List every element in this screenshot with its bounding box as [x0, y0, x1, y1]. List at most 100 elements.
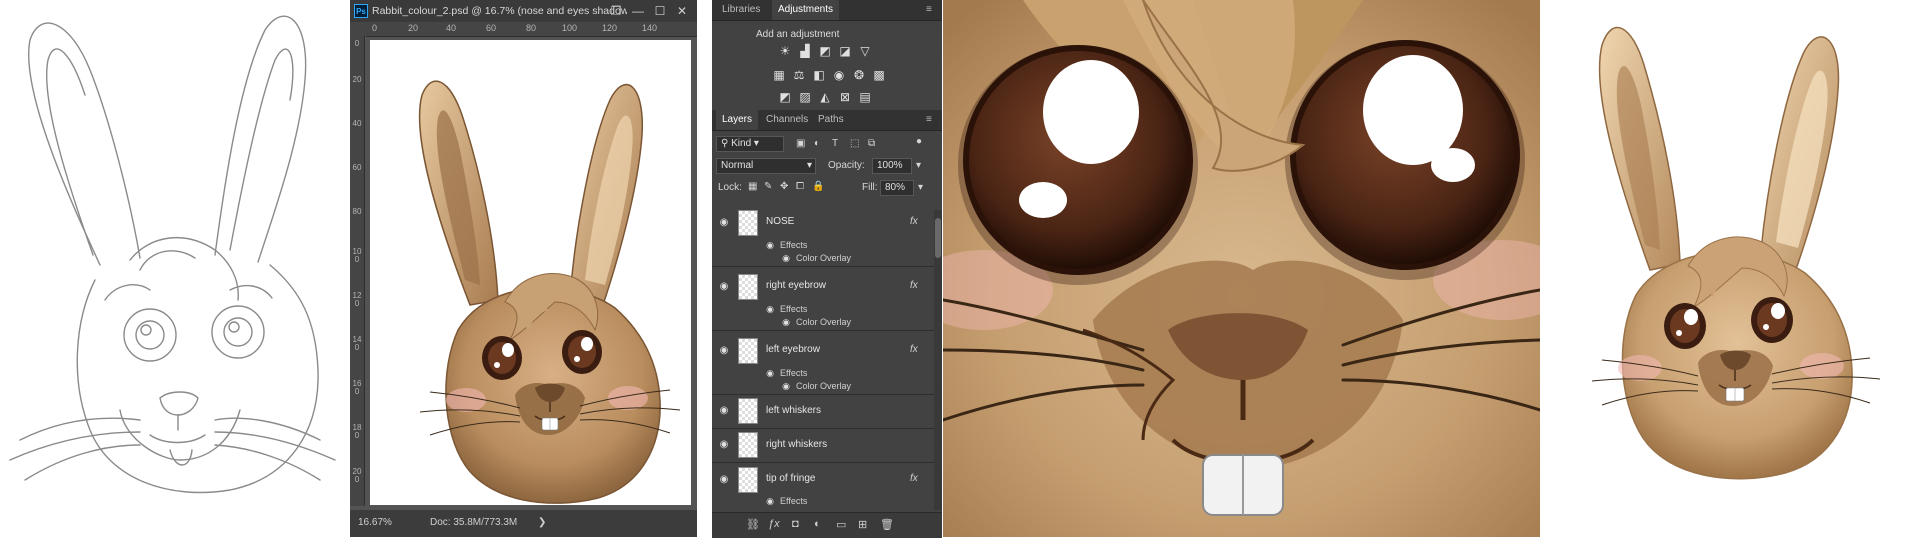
visibility-eye-icon[interactable]: ◉ [718, 345, 730, 357]
opacity-label: Opacity: [828, 160, 865, 171]
trash-icon[interactable]: 🗑 [880, 518, 894, 531]
fx-icon[interactable]: ƒx [768, 518, 780, 530]
effects-label: Effects [780, 368, 808, 378]
ruler-tick-label: 0 [372, 23, 378, 33]
posterize-icon[interactable]: ▨ [798, 90, 812, 104]
layer-row[interactable]: ◉ NOSE fx ◉ Effects ◉ Color Overlay [712, 202, 934, 267]
layer-row[interactable]: ◉ left whiskers [712, 394, 934, 429]
lock-image-icon[interactable]: ✎ [764, 181, 772, 192]
layer-fx-icon[interactable]: fx [910, 280, 918, 291]
effects-eye-icon[interactable]: ◉ [764, 367, 776, 379]
smart-object-filter-icon[interactable]: ⧉ [868, 138, 875, 149]
effects-eye-icon[interactable]: ◉ [764, 495, 776, 507]
link-icon[interactable]: ⛓ [746, 518, 760, 531]
tab-channels[interactable]: Channels [760, 110, 814, 130]
close-button[interactable]: ✕ [671, 0, 693, 22]
mask-icon[interactable]: ◘ [792, 518, 799, 530]
zoom-level[interactable]: 16.67% [358, 514, 392, 532]
color-lookup-icon[interactable]: ▩ [872, 68, 886, 82]
ruler-tick-label: 120 [352, 291, 362, 308]
tab-libraries[interactable]: Libraries [716, 0, 766, 20]
effect-name: Color Overlay [796, 381, 852, 391]
panel-menu-icon[interactable]: ≡ [926, 4, 932, 15]
layers-scrollbar[interactable] [934, 210, 942, 510]
hue-saturation-icon[interactable]: ▦ [772, 68, 786, 82]
effect-eye-icon[interactable]: ◉ [780, 316, 792, 328]
document-canvas[interactable] [370, 40, 691, 505]
lock-transparent-icon[interactable]: ▦ [748, 181, 757, 192]
effect-eye-icon[interactable]: ◉ [780, 252, 792, 264]
scrollbar-thumb[interactable] [935, 218, 941, 258]
lock-all-icon[interactable]: 🔒 [812, 181, 824, 192]
rabbit-closeup-image [943, 0, 1540, 537]
shape-filter-icon[interactable]: ⬚ [850, 138, 859, 149]
layer-row[interactable]: ◉ tip of fringe fx ◉ Effects [712, 462, 934, 512]
visibility-eye-icon[interactable]: ◉ [718, 474, 730, 486]
color-balance-icon[interactable]: ⚖ [792, 68, 806, 82]
adjustment-heading: Add an adjustment [756, 29, 840, 40]
layer-thumbnail [738, 467, 758, 493]
status-arrow-icon[interactable]: ❯ [538, 514, 546, 532]
layer-name: right whiskers [766, 439, 828, 450]
brightness-icon[interactable]: ☀ [778, 44, 792, 58]
vibrance-icon[interactable]: ▽ [858, 44, 872, 58]
black-white-icon[interactable]: ◧ [812, 68, 826, 82]
gradient-map-icon[interactable]: ▤ [858, 90, 872, 104]
pixel-filter-icon[interactable]: ▣ [796, 138, 805, 149]
layer-filter-dropdown[interactable]: ⚲ Kind ▾ [716, 136, 784, 152]
fill-input[interactable]: 80% [880, 180, 914, 196]
type-filter-icon[interactable]: T [832, 138, 838, 149]
layer-row[interactable]: ◉ left eyebrow fx ◉ Effects ◉ Color Over… [712, 330, 934, 395]
maximize-button[interactable]: ☐ [649, 0, 671, 22]
opacity-chevron-icon[interactable]: ▾ [916, 160, 921, 171]
channel-mixer-icon[interactable]: ❂ [852, 68, 866, 82]
visibility-eye-icon[interactable]: ◉ [718, 405, 730, 417]
doc-size[interactable]: Doc: 35.8M/773.3M [430, 514, 517, 532]
horizontal-ruler[interactable]: 0 20 40 60 80 100 120 140 [366, 22, 697, 37]
restore-window-button[interactable]: ❐ [605, 0, 627, 22]
rabbit-final-image [1540, 0, 1920, 537]
minimize-button[interactable]: — [627, 0, 649, 22]
layers-tab-bar: Layers Channels Paths ≡ [712, 110, 942, 131]
layer-fx-icon[interactable]: fx [910, 216, 918, 227]
ruler-tick-label: 20 [352, 75, 362, 84]
tab-paths[interactable]: Paths [812, 110, 850, 130]
exposure-icon[interactable]: ◪ [838, 44, 852, 58]
folder-icon[interactable]: ▭ [836, 518, 846, 531]
fill-chevron-icon[interactable]: ▾ [918, 182, 923, 193]
lock-position-icon[interactable]: ✥ [780, 181, 788, 192]
effects-eye-icon[interactable]: ◉ [764, 239, 776, 251]
document-title-bar[interactable]: Ps Rabbit_colour_2.psd @ 16.7% (nose and… [350, 0, 697, 22]
blend-mode-dropdown[interactable]: Normal ▾ [716, 158, 816, 174]
visibility-eye-icon[interactable]: ◉ [718, 281, 730, 293]
selective-color-icon[interactable]: ⊠ [838, 90, 852, 104]
opacity-input[interactable]: 100% [872, 158, 912, 174]
photo-filter-icon[interactable]: ◉ [832, 68, 846, 82]
effect-eye-icon[interactable]: ◉ [780, 380, 792, 392]
invert-icon[interactable]: ◩ [778, 90, 792, 104]
layer-row[interactable]: ◉ right whiskers [712, 428, 934, 463]
layer-fx-icon[interactable]: fx [910, 473, 918, 484]
effects-eye-icon[interactable]: ◉ [764, 303, 776, 315]
layer-fx-icon[interactable]: fx [910, 344, 918, 355]
tab-adjustments[interactable]: Adjustments [772, 0, 840, 20]
visibility-eye-icon[interactable]: ◉ [718, 217, 730, 229]
lock-artboard-icon[interactable]: ⧠ [796, 181, 804, 192]
levels-icon[interactable]: ▟ [798, 44, 812, 58]
lock-label: Lock: [718, 182, 742, 193]
adjustment-icon[interactable]: ◐ [814, 518, 821, 530]
threshold-icon[interactable]: ◭ [818, 90, 832, 104]
visibility-eye-icon[interactable]: ◉ [718, 439, 730, 451]
filter-toggle-icon[interactable]: ● [916, 136, 922, 147]
tab-layers[interactable]: Layers [716, 110, 759, 130]
vertical-ruler[interactable]: 0 20 40 60 80 100 120 140 160 180 200 [350, 36, 365, 506]
curves-icon[interactable]: ◩ [818, 44, 832, 58]
adjustment-filter-icon[interactable]: ◐ [814, 138, 820, 149]
layers-menu-icon[interactable]: ≡ [926, 114, 932, 125]
new-layer-icon[interactable]: ⊞ [858, 518, 867, 531]
layer-row[interactable]: ◉ right eyebrow fx ◉ Effects ◉ Color Ove… [712, 266, 934, 331]
ruler-tick-label: 60 [486, 23, 497, 33]
adjustments-tab-bar: Libraries Adjustments ≡ [712, 0, 942, 21]
layers-bottom-bar: ⛓ ƒx ◘ ◐ ▭ ⊞ 🗑 [712, 512, 942, 538]
adjustments-layers-panel: Libraries Adjustments ≡ Add an adjustmen… [712, 0, 942, 538]
